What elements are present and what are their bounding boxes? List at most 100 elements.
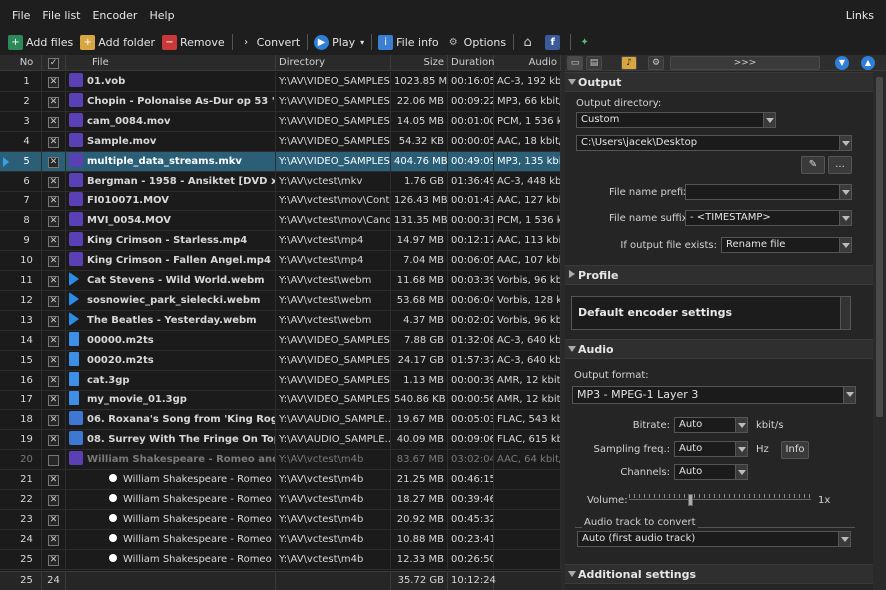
- collapse-up-icon[interactable]: ▲: [861, 56, 875, 70]
- row-checkbox[interactable]: ✕: [48, 514, 59, 526]
- file-name-prefix-field[interactable]: [685, 184, 852, 200]
- tab-document[interactable]: ▤: [586, 56, 602, 70]
- panel-scrollbar-thumb[interactable]: [876, 77, 883, 417]
- section-profile[interactable]: Profile: [565, 265, 873, 285]
- table-row[interactable]: 2 ✕ Chopin - Polonaise As-Dur op 53 'Heroi…: [0, 91, 561, 112]
- remove-button[interactable]: − Remove: [162, 34, 225, 50]
- edit-path-button[interactable]: ✎: [801, 156, 825, 174]
- sampling-freq-select[interactable]: Auto: [674, 441, 748, 457]
- output-format-select[interactable]: MP3 - MPEG-1 Layer 3: [572, 386, 856, 404]
- add-folder-button[interactable]: + Add folder: [80, 34, 155, 50]
- table-row[interactable]: 12 ✕ sosnowiec_park_sielecki.webm Y:\AV\vct…: [0, 290, 561, 311]
- output-exists-select[interactable]: Rename file: [721, 237, 852, 253]
- panel-scrollbar[interactable]: [873, 71, 886, 590]
- table-row[interactable]: 18 ✕ 06. Roxana's Song from 'King Roger'.f…: [0, 410, 561, 431]
- table-row[interactable]: 6 ✕ Bergman - 1958 - Ansiktet [DVD x264 21…: [0, 171, 561, 192]
- volume-slider[interactable]: [629, 494, 811, 506]
- table-row[interactable]: 10 ✕ King Crimson - Fallen Angel.mp4 Y:\AV\…: [0, 251, 561, 272]
- encoder-profile-select[interactable]: Default encoder settings: [571, 296, 851, 330]
- row-checkbox[interactable]: ✕: [48, 136, 59, 148]
- row-checkbox[interactable]: ✕: [48, 355, 59, 367]
- row-checkbox[interactable]: ✕: [48, 256, 59, 268]
- row-checkbox[interactable]: ✕: [48, 455, 59, 467]
- table-row[interactable]: 23 ✕ William Shakespeare - Romeo and J...Y…: [0, 509, 561, 530]
- volume-slider-thumb[interactable]: [688, 494, 694, 506]
- table-row[interactable]: 1 ✕ 01.vobY:\AV\VIDEO_SAMPLES...1023.85 MB…: [0, 72, 561, 92]
- row-checkbox[interactable]: ✕: [48, 415, 59, 427]
- table-row[interactable]: 21 ✕ William Shakespeare - Romeo and J...Y…: [0, 470, 561, 490]
- output-directory-path-field[interactable]: C:\Users\jacek\Desktop: [576, 135, 852, 151]
- menu-links[interactable]: Links: [846, 9, 874, 22]
- row-checkbox[interactable]: ✕: [48, 315, 59, 327]
- header-audio[interactable]: Audio: [494, 55, 561, 71]
- bitrate-select[interactable]: Auto: [674, 417, 748, 433]
- header-check-all[interactable]: ✓: [42, 55, 66, 71]
- audio-track-select[interactable]: Auto (first audio track): [577, 531, 851, 547]
- table-row[interactable]: 15 ✕ 00020.m2ts Y:\AV\VIDEO_SAMPLES... 24.17…: [0, 350, 561, 371]
- row-checkbox[interactable]: ✕: [48, 554, 59, 566]
- table-row[interactable]: 20 ✕ William Shakespeare - Romeo and Julie…: [0, 450, 561, 471]
- row-checkbox[interactable]: ✕: [48, 156, 59, 168]
- tab-folder[interactable]: ▭: [567, 56, 583, 70]
- header-no[interactable]: No: [12, 55, 42, 71]
- table-row[interactable]: 14 ✕ 00000.m2ts Y:\AV\VIDEO_SAMPLES... 7.88 …: [0, 330, 561, 351]
- section-additional-settings[interactable]: Additional settings: [565, 564, 873, 584]
- add-files-button[interactable]: + Add files: [8, 34, 73, 50]
- row-checkbox[interactable]: ✕: [48, 295, 59, 307]
- table-row[interactable]: 19 ✕ 08. Surrey With The Fringe On Top.fla…: [0, 430, 561, 451]
- table-row[interactable]: 5 ✕ multiple_data_streams.mkv Y:\AV\VIDEO_S…: [0, 151, 561, 172]
- tab-settings[interactable]: ⚙: [648, 56, 664, 70]
- row-checkbox[interactable]: ✕: [48, 116, 59, 128]
- row-checkbox[interactable]: ✕: [48, 176, 59, 188]
- row-checkbox[interactable]: ✕: [48, 534, 59, 546]
- tab-music[interactable]: ♪: [621, 56, 637, 70]
- table-row[interactable]: 7 ✕ FI010071.MOV Y:\AV\vctest\mov\Cont... 12…: [0, 191, 561, 212]
- table-row[interactable]: 3 ✕ cam_0084.mov Y:\AV\VIDEO_SAMPLES... 14.0…: [0, 111, 561, 132]
- row-checkbox[interactable]: ✕: [48, 96, 59, 108]
- facebook-button[interactable]: f: [545, 34, 563, 50]
- section-output[interactable]: Output: [565, 72, 873, 92]
- table-row[interactable]: 25 ✕ William Shakespeare - Romeo and J...Y…: [0, 549, 561, 570]
- section-audio[interactable]: Audio: [565, 339, 873, 359]
- collapse-down-icon[interactable]: ▼: [835, 56, 849, 70]
- home-button[interactable]: ⌂: [520, 35, 538, 50]
- info-button[interactable]: Info: [781, 441, 809, 459]
- header-size[interactable]: Size: [391, 55, 448, 71]
- header-file[interactable]: File: [66, 55, 276, 71]
- pin-button[interactable]: ✦: [577, 35, 595, 50]
- table-row[interactable]: 8 ✕ MVI_0054.MOV Y:\AV\vctest\mov\Cano... 13…: [0, 211, 561, 232]
- convert-button[interactable]: › Convert: [239, 35, 300, 50]
- menu-encoder[interactable]: Encoder: [86, 9, 143, 22]
- row-checkbox[interactable]: ✕: [48, 435, 59, 447]
- channels-select[interactable]: Auto: [674, 464, 748, 480]
- browse-button[interactable]: ...: [828, 156, 852, 174]
- tab-more[interactable]: >>>: [670, 56, 820, 70]
- header-directory[interactable]: Directory: [276, 55, 391, 71]
- row-checkbox[interactable]: ✕: [48, 77, 59, 88]
- play-button[interactable]: ▶ Play ▾: [314, 34, 364, 50]
- menu-file-list[interactable]: File list: [36, 9, 86, 22]
- row-checkbox[interactable]: ✕: [48, 216, 59, 228]
- row-checkbox[interactable]: ✕: [48, 276, 59, 287]
- check-all-checkbox[interactable]: ✓: [48, 58, 59, 69]
- output-directory-mode-select[interactable]: Custom: [576, 112, 776, 128]
- menu-file[interactable]: File: [0, 9, 36, 22]
- table-row[interactable]: 9 ✕ King Crimson - Starless.mp4 Y:\AV\vctes…: [0, 231, 561, 252]
- row-checkbox[interactable]: ✕: [48, 236, 59, 248]
- options-button[interactable]: ⚙ Options: [446, 35, 506, 50]
- play-dropdown-icon[interactable]: ▾: [360, 38, 364, 47]
- table-row[interactable]: 16 ✕ cat.3gp Y:\AV\VIDEO_SAMPLES... 1.13 MB 0…: [0, 370, 561, 391]
- table-row[interactable]: 22 ✕ William Shakespeare - Romeo and J...Y…: [0, 489, 561, 510]
- header-duration[interactable]: Duration: [448, 55, 494, 71]
- table-row[interactable]: 17 ✕ my_movie_01.3gp Y:\AV\VIDEO_SAMPLES...…: [0, 390, 561, 411]
- table-row[interactable]: 13 ✕ The Beatles - Yesterday.webm Y:\AV\vct…: [0, 310, 561, 331]
- file-name-suffix-field[interactable]: - <TIMESTAMP>: [685, 210, 852, 226]
- menu-help[interactable]: Help: [143, 9, 180, 22]
- row-checkbox[interactable]: ✕: [48, 475, 59, 486]
- row-checkbox[interactable]: ✕: [48, 335, 59, 347]
- table-row[interactable]: 24 ✕ William Shakespeare - Romeo and J...Y…: [0, 529, 561, 550]
- row-checkbox[interactable]: ✕: [48, 196, 59, 208]
- file-info-button[interactable]: i File info: [378, 34, 439, 50]
- table-row[interactable]: 11 ✕ Cat Stevens - Wild World.webm Y:\AV\vc…: [0, 271, 561, 291]
- row-checkbox[interactable]: ✕: [48, 395, 59, 407]
